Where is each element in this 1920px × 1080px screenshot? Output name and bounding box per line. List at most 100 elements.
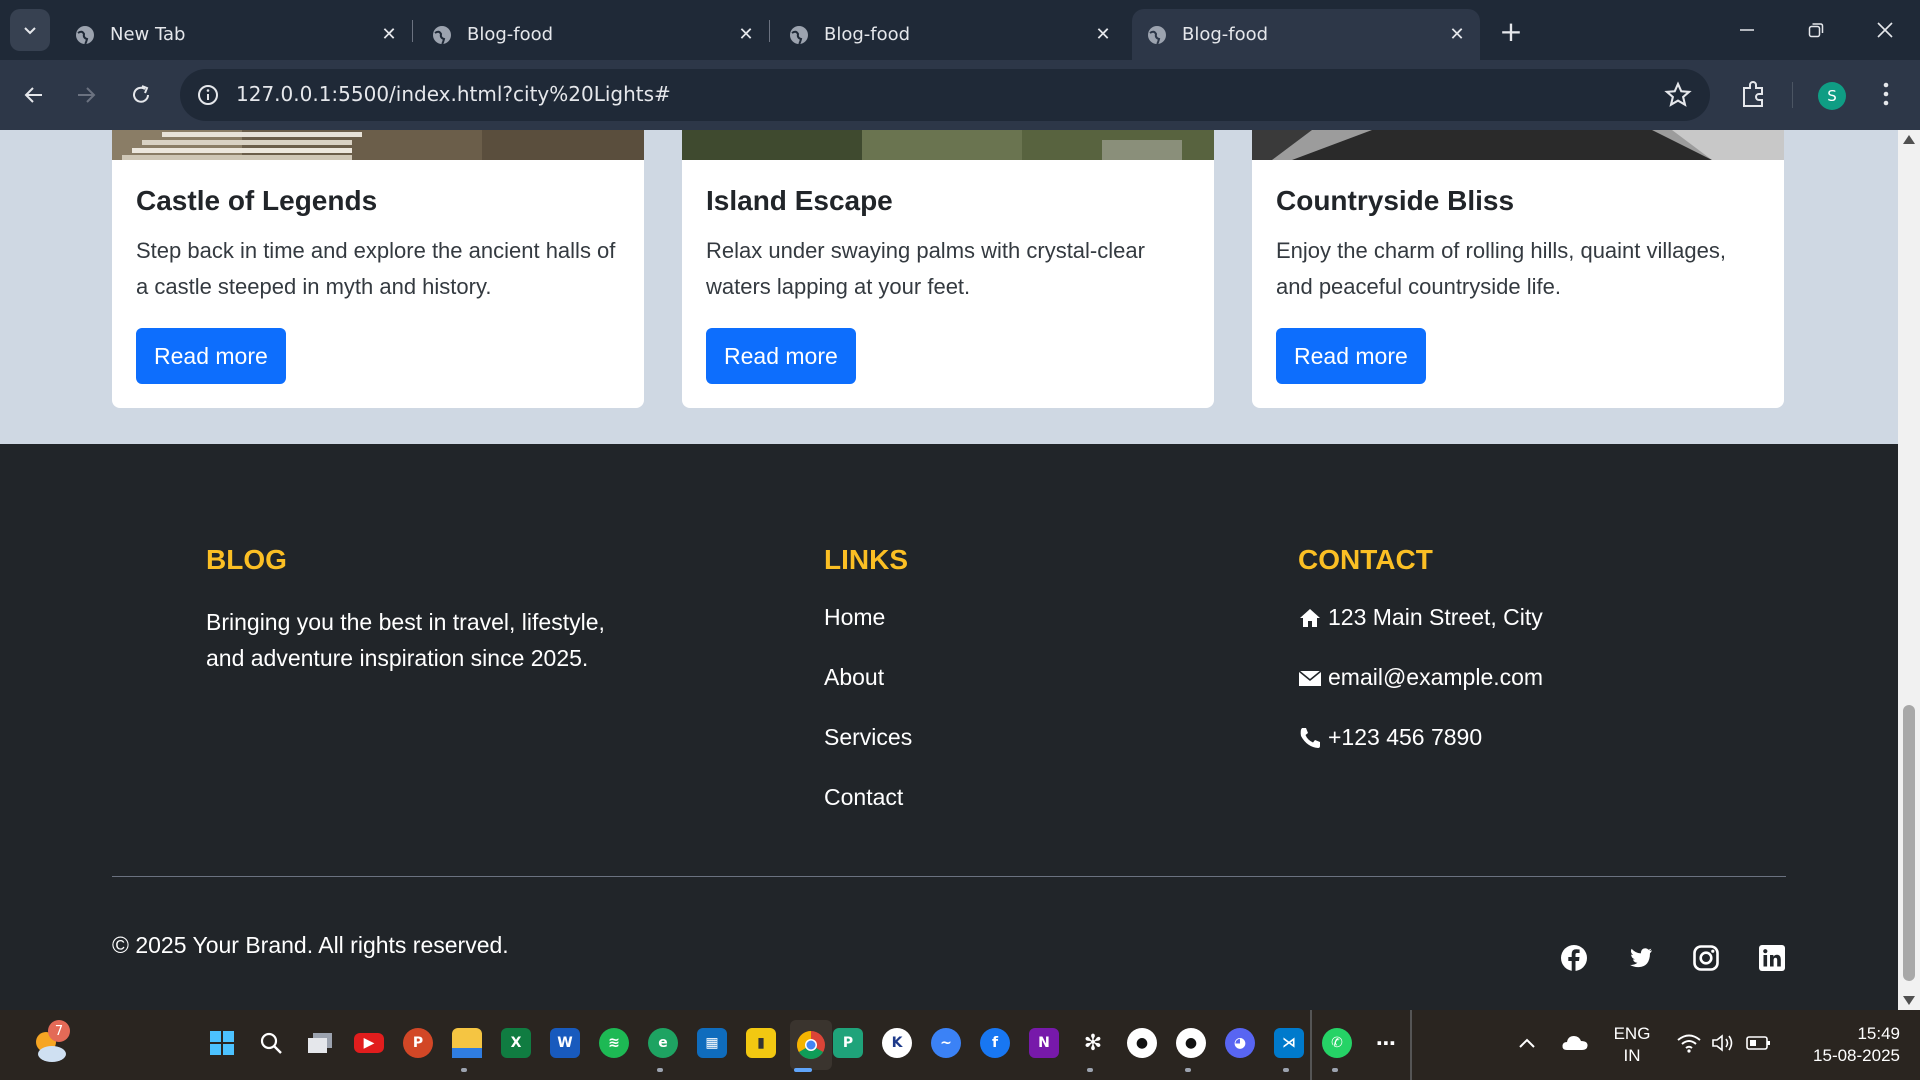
- onenote-icon[interactable]: N: [1029, 1028, 1059, 1058]
- spotify-icon[interactable]: ≋: [599, 1028, 629, 1058]
- running-indicator: [1087, 1068, 1093, 1072]
- card-text: Relax under swaying palms with crystal-c…: [706, 238, 1145, 299]
- messenger-icon[interactable]: ~: [931, 1028, 961, 1058]
- tab-title: New Tab: [110, 24, 186, 45]
- facebook-icon[interactable]: [1560, 944, 1588, 972]
- card-image: [1252, 130, 1784, 160]
- chatgpt-icon[interactable]: ✻: [1078, 1028, 1108, 1058]
- github-icon[interactable]: ●: [1127, 1028, 1157, 1058]
- microsoft-store-icon[interactable]: ▦: [697, 1028, 727, 1058]
- arrow-left-icon: [24, 87, 42, 103]
- onedrive-cloud-icon[interactable]: [1560, 1028, 1590, 1058]
- read-more-button[interactable]: Read more: [706, 328, 856, 384]
- task-view-icon[interactable]: [305, 1028, 335, 1058]
- time-text: 15:49: [1857, 1024, 1900, 1043]
- profile-avatar[interactable]: S: [1818, 82, 1846, 110]
- vscode-icon[interactable]: ⋊: [1274, 1028, 1304, 1058]
- read-more-button[interactable]: Read more: [1276, 328, 1426, 384]
- excel-icon[interactable]: X: [501, 1028, 531, 1058]
- powerpoint-icon[interactable]: P: [403, 1028, 433, 1058]
- discord-icon[interactable]: ◕: [1225, 1028, 1255, 1058]
- page-viewport: Castle of Legends Step back in time and …: [0, 130, 1898, 1010]
- footer-link-home[interactable]: Home: [824, 604, 885, 631]
- edge-icon[interactable]: e: [648, 1028, 678, 1058]
- bookmark-star-icon[interactable]: [1664, 81, 1692, 109]
- close-window-button[interactable]: [1860, 10, 1910, 50]
- forward-button[interactable]: [68, 77, 104, 113]
- close-icon[interactable]: ✕: [1442, 20, 1472, 50]
- minimize-button[interactable]: [1722, 10, 1772, 50]
- pycharm-icon[interactable]: P: [833, 1028, 863, 1058]
- github-desktop-icon[interactable]: ●: [1176, 1028, 1206, 1058]
- search-icon[interactable]: [256, 1028, 286, 1058]
- tab-new-tab[interactable]: New Tab ✕: [60, 9, 412, 60]
- tab-blog-food-active[interactable]: Blog-food ✕: [1132, 9, 1480, 60]
- close-icon[interactable]: ✕: [731, 20, 761, 50]
- file-explorer-icon[interactable]: [452, 1028, 482, 1058]
- close-icon[interactable]: ✕: [1088, 20, 1118, 50]
- tab-title: Blog-food: [467, 24, 554, 45]
- scroll-down-arrow[interactable]: [1903, 996, 1915, 1005]
- twitter-icon[interactable]: [1626, 944, 1654, 972]
- clock[interactable]: 15:49 15-08-2025: [1790, 1023, 1900, 1067]
- close-icon[interactable]: ✕: [374, 20, 404, 50]
- browser-toolbar: 127.0.0.1:5500/index.html?city%20Lights#…: [0, 60, 1920, 130]
- running-indicator: [1185, 1068, 1191, 1072]
- tab-blog-food-1[interactable]: Blog-food ✕: [417, 9, 769, 60]
- instagram-icon[interactable]: [1692, 944, 1720, 972]
- address-text: 123 Main Street, City: [1328, 604, 1543, 630]
- footer-divider: [112, 876, 1786, 877]
- tab-separator: [412, 20, 413, 42]
- footer-blog-heading: BLOG: [206, 544, 287, 575]
- tab-blog-food-2[interactable]: Blog-food ✕: [774, 9, 1126, 60]
- toolbar-separator: [1792, 82, 1793, 108]
- windows-taskbar: 7 ▶ P X W ≋ e ▦ ▮ P K ~ f N ✻ ● ● ◕ ⋊ ✆ …: [0, 1010, 1920, 1080]
- card-title: Island Escape: [706, 185, 893, 216]
- read-more-button[interactable]: Read more: [136, 328, 286, 384]
- card-text: Step back in time and explore the ancien…: [136, 238, 616, 299]
- language-indicator[interactable]: ENG IN: [1604, 1023, 1660, 1067]
- tab-search-button[interactable]: [10, 9, 50, 51]
- linkedin-icon[interactable]: [1758, 944, 1786, 972]
- taskbar-separator: [1310, 1010, 1312, 1080]
- volume-icon[interactable]: [1708, 1028, 1738, 1058]
- scrollbar-thumb[interactable]: [1903, 705, 1915, 981]
- facebook-app-icon[interactable]: f: [980, 1028, 1010, 1058]
- chrome-icon[interactable]: [790, 1020, 832, 1070]
- contact-address: 123 Main Street, City: [1298, 604, 1543, 631]
- footer-link-services[interactable]: Services: [824, 724, 912, 751]
- more-apps-icon[interactable]: ⋯: [1371, 1028, 1401, 1058]
- reload-button[interactable]: [123, 77, 159, 113]
- date-text: 15-08-2025: [1813, 1046, 1900, 1065]
- battery-icon[interactable]: [1744, 1028, 1774, 1058]
- envelope-icon: [1298, 669, 1322, 686]
- card-image: [112, 130, 644, 160]
- whatsapp-icon[interactable]: ✆: [1322, 1028, 1352, 1058]
- email-text: email@example.com: [1328, 664, 1544, 690]
- footer-link-contact[interactable]: Contact: [824, 784, 903, 811]
- address-bar[interactable]: 127.0.0.1:5500/index.html?city%20Lights#: [180, 69, 1710, 121]
- footer-link-about[interactable]: About: [824, 664, 884, 691]
- clock-app-icon[interactable]: K: [882, 1028, 912, 1058]
- power-bi-icon[interactable]: ▮: [746, 1028, 776, 1058]
- back-button[interactable]: [16, 77, 52, 113]
- youtube-icon[interactable]: ▶: [354, 1033, 384, 1053]
- new-tab-button[interactable]: +: [1494, 14, 1528, 48]
- page-scrollbar[interactable]: [1898, 130, 1920, 1010]
- reload-icon: [133, 85, 149, 103]
- footer-contact-heading: CONTACT: [1298, 544, 1433, 575]
- more-menu-icon[interactable]: [1872, 78, 1900, 110]
- scroll-up-arrow[interactable]: [1903, 135, 1915, 144]
- language-line1: ENG: [1613, 1024, 1651, 1043]
- phone-text: +123 456 7890: [1328, 724, 1483, 750]
- extensions-puzzle-icon[interactable]: [1738, 78, 1770, 110]
- phone-icon: [1300, 727, 1320, 748]
- wifi-icon[interactable]: [1674, 1028, 1704, 1058]
- site-info-icon[interactable]: [196, 83, 220, 107]
- start-windows-icon[interactable]: [207, 1028, 237, 1058]
- chevron-up-icon[interactable]: [1512, 1028, 1542, 1058]
- url-text: 127.0.0.1:5500/index.html?city%20Lights#: [236, 82, 671, 106]
- restore-button[interactable]: [1791, 10, 1841, 50]
- word-icon[interactable]: W: [550, 1028, 580, 1058]
- card-image: [682, 130, 1214, 160]
